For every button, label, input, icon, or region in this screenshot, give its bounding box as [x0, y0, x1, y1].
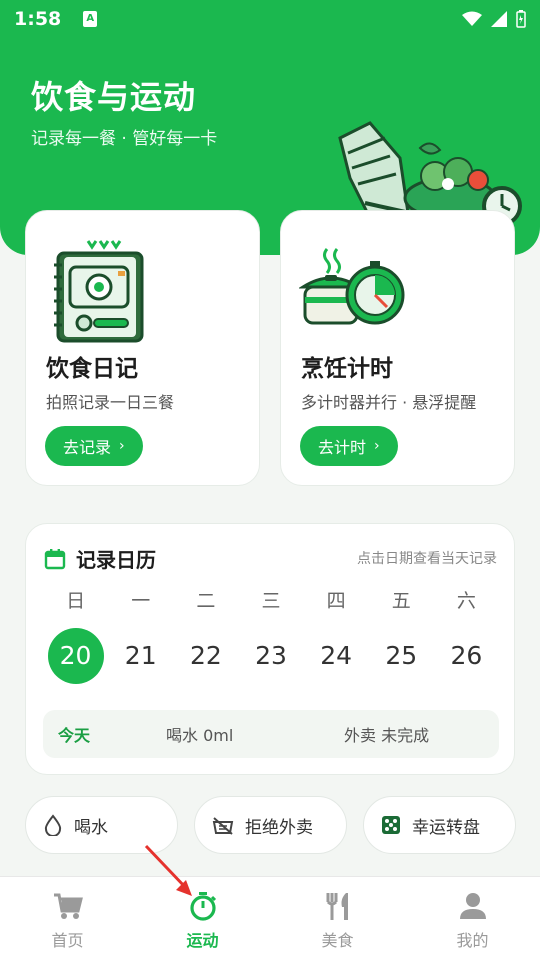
page-subtitle: 记录每一餐 · 管好每一卡 [31, 129, 218, 149]
date-row: 20 21 22 23 24 25 26 [43, 628, 499, 684]
notification-icon: A [83, 11, 98, 27]
page-title: 饮食与运动 [31, 78, 197, 116]
lucky-wheel-button[interactable]: 幸运转盘 [363, 796, 516, 854]
tab-food-label: 美食 [321, 931, 354, 950]
date-cell[interactable]: 24 [304, 628, 369, 684]
tab-food[interactable]: 美食 [270, 877, 405, 960]
calendar-icon [44, 548, 66, 569]
date-cell[interactable]: 22 [173, 628, 238, 684]
date-cell[interactable]: 21 [108, 628, 173, 684]
status-time: 1:58 [14, 8, 62, 30]
lucky-wheel-label: 幸运转盘 [412, 817, 480, 838]
no-takeout-icon [212, 817, 234, 835]
cooking-timer-desc: 多计时器并行 · 悬浮提醒 [301, 393, 477, 412]
tab-exercise-label: 运动 [186, 931, 219, 950]
chevron-right-icon: › [119, 438, 125, 454]
wifi-icon [462, 11, 482, 26]
dice-icon [382, 816, 400, 834]
status-icons [462, 10, 526, 28]
tab-mine[interactable]: 我的 [405, 877, 540, 960]
signal-icon [491, 11, 507, 27]
date-cell[interactable]: 25 [369, 628, 434, 684]
go-timer-button[interactable]: 去计时 › [300, 426, 398, 466]
record-calendar: 记录日历 点击日期查看当天记录 日 一 二 三 四 五 六 20 21 22 2… [25, 523, 515, 775]
tab-home[interactable]: 首页 [0, 877, 135, 960]
pot-timer-icon [299, 248, 405, 325]
weekday-label: 六 [456, 590, 476, 612]
date-cell[interactable]: 26 [434, 628, 499, 684]
chevron-right-icon: › [374, 438, 380, 454]
go-record-button[interactable]: 去记录 › [45, 426, 143, 466]
date-cell-selected[interactable]: 20 [43, 628, 108, 684]
weekday-label: 二 [196, 590, 216, 612]
water-drop-icon [44, 814, 62, 836]
cooking-timer-title: 烹饪计时 [301, 356, 393, 382]
no-takeout-button[interactable]: 拒绝外卖 [194, 796, 347, 854]
water-summary: 喝水 0ml [166, 726, 234, 745]
weekday-label: 五 [391, 590, 411, 612]
go-timer-label: 去计时 [318, 438, 367, 457]
calendar-hint: 点击日期查看当天记录 [357, 551, 497, 567]
drink-water-label: 喝水 [74, 817, 108, 838]
status-bar: 1:58 A [0, 0, 540, 38]
takeout-summary: 外卖 未完成 [344, 726, 430, 745]
diet-diary-card[interactable]: 饮食日记 拍照记录一日三餐 去记录 › [25, 210, 260, 486]
diary-camera-icon [54, 240, 144, 343]
red-arrow-annotation [144, 844, 192, 896]
weekday-label: 日 [66, 590, 86, 612]
date-cell[interactable]: 23 [238, 628, 303, 684]
calendar-header: 记录日历 [44, 544, 156, 573]
battery-icon [516, 10, 526, 28]
tab-mine-label: 我的 [456, 931, 489, 950]
bottom-tab-bar: 首页 运动 美食 我的 [0, 876, 540, 960]
fork-knife-icon [326, 893, 348, 920]
go-record-label: 去记录 [63, 438, 112, 457]
diet-diary-title: 饮食日记 [46, 356, 138, 382]
today-summary: 今天 喝水 0ml 外卖 未完成 [43, 710, 499, 758]
no-takeout-label: 拒绝外卖 [245, 817, 313, 838]
selected-date: 20 [47, 628, 104, 684]
cart-icon [53, 893, 83, 919]
weekday-label: 一 [131, 590, 151, 612]
cooking-timer-card[interactable]: 烹饪计时 多计时器并行 · 悬浮提醒 去计时 › [280, 210, 515, 486]
weekday-label: 四 [326, 590, 346, 612]
tab-home-label: 首页 [51, 931, 84, 950]
weekday-label: 三 [261, 590, 281, 612]
calendar-title: 记录日历 [76, 548, 156, 572]
diet-diary-desc: 拍照记录一日三餐 [46, 393, 175, 412]
person-icon [459, 893, 486, 919]
weekday-row: 日 一 二 三 四 五 六 [43, 586, 499, 613]
today-label: 今天 [58, 726, 91, 745]
